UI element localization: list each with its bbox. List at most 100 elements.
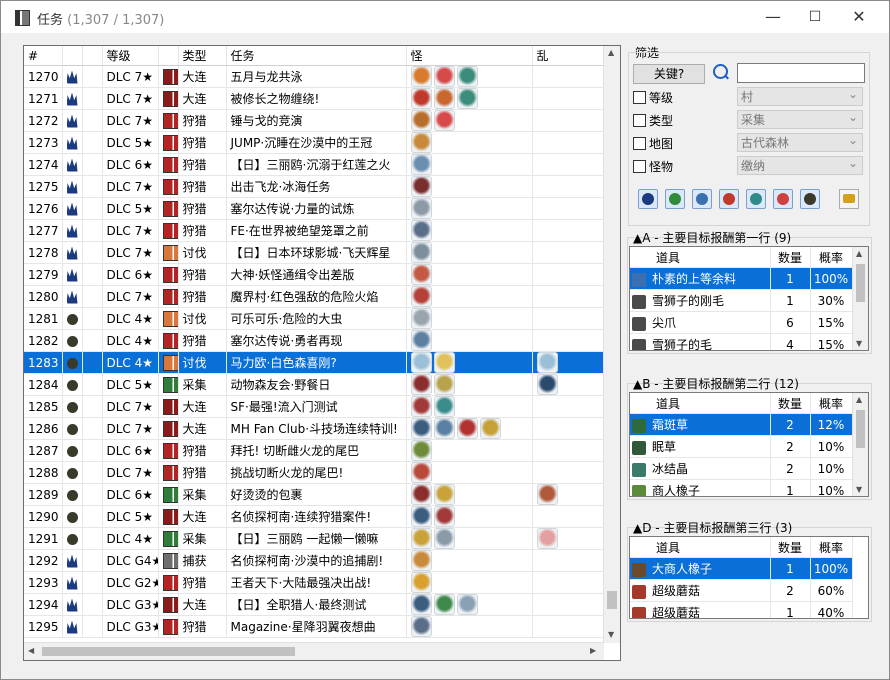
type-checkbox[interactable]	[633, 114, 646, 127]
minimize-button[interactable]: —	[753, 5, 793, 29]
col-qty[interactable]: 数量	[770, 393, 811, 414]
reward-scrollbar[interactable]: ▲ ▼	[852, 393, 868, 496]
monster-icon	[410, 528, 432, 549]
col-quest[interactable]: 任务	[226, 46, 407, 66]
table-row[interactable]: 1283 DLC 4★ 讨伐 马力欧·白色森喜刚?	[24, 351, 605, 374]
filter-flame-button[interactable]	[638, 189, 658, 209]
col-typeicon[interactable]	[158, 46, 179, 66]
col-rate[interactable]: 概率	[810, 537, 853, 558]
quest-table[interactable]: # 等级 类型 任务 怪 乱 1270 DLC 7★ 大连 五月与龙共泳 1271 DLC…	[23, 45, 621, 661]
scroll-down-arrow-icon[interactable]: ▼	[856, 339, 862, 348]
table-row[interactable]: 1295 DLC G3★ 狩猎 Magazine·星降羽翼夜想曲	[24, 615, 605, 638]
table-row[interactable]: 1276 DLC 5★ 狩猎 塞尔达传说·力量的试炼	[24, 197, 605, 220]
monster-icons-cell	[406, 197, 533, 220]
comment-button[interactable]	[839, 189, 859, 209]
col-rank[interactable]: 等级	[102, 46, 159, 66]
filter-sword-button[interactable]	[665, 189, 685, 209]
reward-row[interactable]: 超级蘑菇 1 40%	[630, 601, 853, 618]
table-row[interactable]: 1270 DLC 7★ 大连 五月与龙共泳	[24, 65, 605, 88]
filter-gear-button[interactable]	[692, 189, 712, 209]
scroll-up-arrow-icon[interactable]: ▲	[608, 48, 614, 57]
reward-row[interactable]: 雪狮子的毛 4 15%	[630, 333, 853, 350]
reward-row[interactable]: 霜斑草 2 12%	[630, 413, 853, 436]
table-row[interactable]: 1293 DLC G2★ 狩猎 王者天下·大陆最强决出战!	[24, 571, 605, 594]
col-item[interactable]: 道具	[630, 247, 771, 268]
reward-scrollbar[interactable]: ▲ ▼	[852, 247, 868, 350]
filter-target-button[interactable]	[773, 189, 793, 209]
reward-list[interactable]: 道具 数量 概率 朴素的上等余料 1 100% 雪狮子的刚毛 1 30% 尖爪 6 15% 雪狮子的毛 4…	[629, 246, 869, 351]
reward-row[interactable]: 大商人橡子 1 100%	[630, 557, 853, 580]
table-row[interactable]: 1285 DLC 7★ 大连 SF·最强!流入门测试	[24, 395, 605, 418]
reward-row[interactable]: 眠草 2 10%	[630, 435, 853, 458]
vertical-scrollbar[interactable]: ▲ ▼	[603, 46, 620, 643]
scroll-thumb[interactable]	[856, 264, 865, 302]
rank-checkbox[interactable]	[633, 91, 646, 104]
table-row[interactable]: 1291 DLC 4★ 采集 【日】三丽鸥 一起懒一懒嘛	[24, 527, 605, 550]
scroll-down-arrow-icon[interactable]: ▼	[856, 485, 862, 494]
reward-row[interactable]: 朴素的上等余料 1 100%	[630, 267, 853, 290]
reward-row[interactable]: 冰结晶 2 10%	[630, 457, 853, 480]
close-button[interactable]: ✕	[839, 5, 879, 29]
table-row[interactable]: 1286 DLC 7★ 大连 MH Fan Club·斗技场连续特训!	[24, 417, 605, 440]
keyword-input[interactable]	[737, 63, 865, 83]
maximize-button[interactable]: ☐	[795, 5, 835, 29]
col-item[interactable]: 道具	[630, 537, 771, 558]
table-row[interactable]: 1275 DLC 7★ 狩猎 出击飞龙·冰海任务	[24, 175, 605, 198]
table-row[interactable]: 1272 DLC 7★ 狩猎 锤与戈的竞演	[24, 109, 605, 132]
table-row[interactable]: 1271 DLC 7★ 大连 被修长之物缠绕!	[24, 87, 605, 110]
col-item[interactable]: 道具	[630, 393, 771, 414]
col-mixed[interactable]: 乱	[532, 46, 605, 66]
table-row[interactable]: 1294 DLC G3★ 大连 【日】全职猎人·最终测试	[24, 593, 605, 616]
table-row[interactable]: 1284 DLC 5★ 采集 动物森友会·野餐日	[24, 373, 605, 396]
table-row[interactable]: 1277 DLC 7★ 狩猎 FE·在世界被绝望笼罩之前	[24, 219, 605, 242]
col-rate[interactable]: 概率	[810, 247, 853, 268]
col-qty[interactable]: 数量	[770, 537, 811, 558]
scroll-down-arrow-icon[interactable]: ▼	[608, 630, 614, 639]
table-row[interactable]: 1282 DLC 4★ 狩猎 塞尔达传说·勇者再现	[24, 329, 605, 352]
filter-dragon-button[interactable]	[719, 189, 739, 209]
scroll-up-arrow-icon[interactable]: ▲	[856, 395, 862, 404]
table-row[interactable]: 1273 DLC 5★ 狩猎 JUMP·沉睡在沙漠中的王冠	[24, 131, 605, 154]
table-row[interactable]: 1288 DLC 7★ 狩猎 挑战切断火龙的尾巴!	[24, 461, 605, 484]
table-row[interactable]: 1280 DLC 7★ 狩猎 魔界村·红色强敌的危险火焰	[24, 285, 605, 308]
monster-select[interactable]: 缴纳	[737, 154, 863, 175]
scroll-up-arrow-icon[interactable]: ▲	[856, 249, 862, 258]
col-rate[interactable]: 概率	[810, 393, 853, 414]
reward-list[interactable]: 道具 数量 概率 大商人橡子 1 100% 超级蘑菇 2 60% 超级蘑菇 1 40%	[629, 536, 869, 619]
reward-row[interactable]: 尖爪 6 15%	[630, 311, 853, 334]
table-row[interactable]: 1279 DLC 6★ 狩猎 大神·妖怪通缉令出差版	[24, 263, 605, 286]
table-row[interactable]: 1292 DLC G4★ 捕获 名侦探柯南·沙漠中的追捕剧!	[24, 549, 605, 572]
table-row[interactable]: 1278 DLC 7★ 讨伐 【日】日本环球影城·飞天辉星	[24, 241, 605, 264]
col-icon[interactable]	[62, 46, 83, 66]
monster-checkbox[interactable]	[633, 160, 646, 173]
filter-crest-button[interactable]	[746, 189, 766, 209]
col-num[interactable]: #	[24, 46, 63, 66]
map-select[interactable]: 古代森林	[737, 131, 863, 152]
type-select[interactable]: 采集	[737, 108, 863, 129]
rank-select[interactable]: 村	[737, 85, 863, 106]
table-row[interactable]: 1281 DLC 4★ 讨伐 可乐可乐·危险的大虫	[24, 307, 605, 330]
rank-icon-cell	[62, 571, 83, 594]
col-qty[interactable]: 数量	[770, 247, 811, 268]
hscroll-thumb[interactable]	[42, 647, 295, 656]
filter-paw-button[interactable]	[800, 189, 820, 209]
reward-row[interactable]: 超级蘑菇 2 60%	[630, 579, 853, 602]
table-row[interactable]: 1274 DLC 6★ 狩猎 【日】三丽鸥·沉溺于红莲之火	[24, 153, 605, 176]
col-monsters[interactable]: 怪	[406, 46, 533, 66]
search-icon[interactable]	[713, 64, 728, 79]
horizontal-scrollbar[interactable]: ◀ ▶	[24, 642, 604, 660]
reward-row[interactable]: 商人橡子 1 10%	[630, 479, 853, 496]
scroll-thumb[interactable]	[607, 591, 617, 609]
table-row[interactable]: 1289 DLC 6★ 采集 好烫烫的包裹	[24, 483, 605, 506]
table-row[interactable]: 1290 DLC 5★ 大连 名侦探柯南·连续狩猎案件!	[24, 505, 605, 528]
keyword-button[interactable]: 关键?	[633, 64, 705, 84]
reward-row[interactable]: 雪狮子的刚毛 1 30%	[630, 289, 853, 312]
scroll-left-arrow-icon[interactable]: ◀	[28, 646, 34, 655]
reward-list[interactable]: 道具数量概率霜斑草212%眠草210%冰结晶210%商人橡子110%大商人橡子1…	[629, 392, 869, 497]
col-type[interactable]: 类型	[178, 46, 227, 66]
scroll-thumb[interactable]	[856, 410, 865, 448]
table-row[interactable]: 1287 DLC 6★ 狩猎 拜托! 切断雌火龙的尾巴	[24, 439, 605, 462]
col-blank[interactable]	[82, 46, 103, 66]
scroll-right-arrow-icon[interactable]: ▶	[590, 646, 596, 655]
map-checkbox[interactable]	[633, 137, 646, 150]
